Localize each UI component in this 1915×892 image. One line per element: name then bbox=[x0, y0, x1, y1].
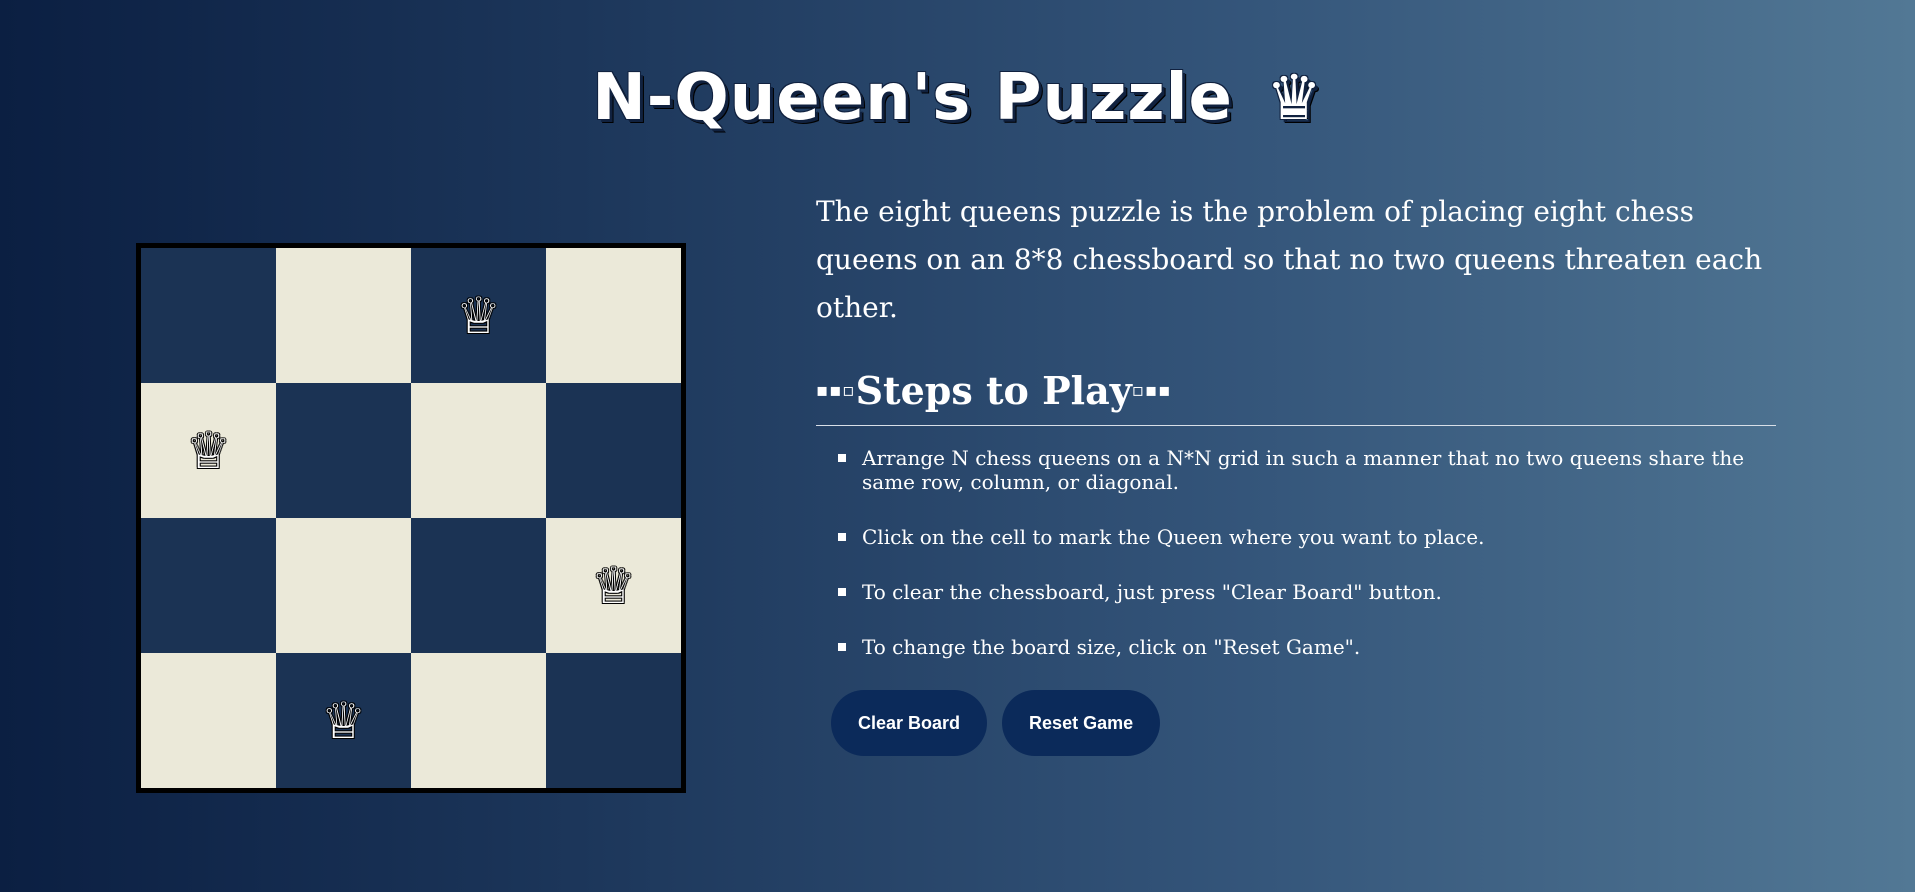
board-cell-r2-c3[interactable]: ♕ bbox=[546, 518, 681, 653]
heading-decoration-right: ▫▪▪ bbox=[1131, 380, 1172, 401]
steps-heading: ▪▪▫ Steps to Play ▫▪▪ bbox=[816, 368, 1776, 426]
board-cell-r1-c2[interactable] bbox=[411, 383, 546, 518]
queen-icon: ♕ bbox=[321, 691, 366, 750]
crown-icon: ♛ bbox=[1266, 60, 1323, 134]
button-group: Clear Board Reset Game bbox=[816, 690, 1776, 756]
board-cell-r0-c3[interactable] bbox=[546, 248, 681, 383]
steps-heading-text: Steps to Play bbox=[855, 368, 1132, 413]
board-cell-r0-c1[interactable] bbox=[276, 248, 411, 383]
step-item: Click on the cell to mark the Queen wher… bbox=[838, 525, 1776, 549]
page-title-text: N-Queen's Puzzle bbox=[592, 60, 1233, 135]
steps-list: Arrange N chess queens on a N*N grid in … bbox=[816, 446, 1776, 659]
intro-text: The eight queens puzzle is the problem o… bbox=[816, 195, 1763, 324]
board-cell-r3-c2[interactable] bbox=[411, 653, 546, 788]
page-title: N-Queen's Puzzle ♛ bbox=[0, 61, 1915, 135]
board-cell-r0-c0[interactable] bbox=[141, 248, 276, 383]
queen-icon: ♕ bbox=[186, 421, 231, 480]
clear-board-button[interactable]: Clear Board bbox=[831, 690, 988, 756]
board-cell-r3-c3[interactable] bbox=[546, 653, 681, 788]
board-cell-r1-c1[interactable] bbox=[276, 383, 411, 518]
board-cell-r2-c0[interactable] bbox=[141, 518, 276, 653]
board-cell-r0-c2[interactable]: ♕ bbox=[411, 248, 546, 383]
step-item: Arrange N chess queens on a N*N grid in … bbox=[838, 446, 1776, 494]
board-cell-r3-c1[interactable]: ♕ bbox=[276, 653, 411, 788]
heading-decoration-left: ▪▪▫ bbox=[816, 380, 856, 401]
step-item: To clear the chessboard, just press "Cle… bbox=[838, 580, 1776, 604]
queen-icon: ♕ bbox=[456, 286, 501, 345]
board-cell-r1-c3[interactable] bbox=[546, 383, 681, 518]
board-cell-r2-c2[interactable] bbox=[411, 518, 546, 653]
board-cell-r2-c1[interactable] bbox=[276, 518, 411, 653]
board-cell-r1-c0[interactable]: ♕ bbox=[141, 383, 276, 518]
chessboard: ♕ ♕ ♕ ♕ bbox=[136, 243, 686, 793]
info-panel: The eight queens puzzle is the problem o… bbox=[816, 188, 1776, 756]
queen-icon: ♕ bbox=[591, 556, 636, 615]
reset-game-button[interactable]: Reset Game bbox=[1002, 690, 1161, 756]
step-item: To change the board size, click on "Rese… bbox=[838, 635, 1776, 659]
board-cell-r3-c0[interactable] bbox=[141, 653, 276, 788]
